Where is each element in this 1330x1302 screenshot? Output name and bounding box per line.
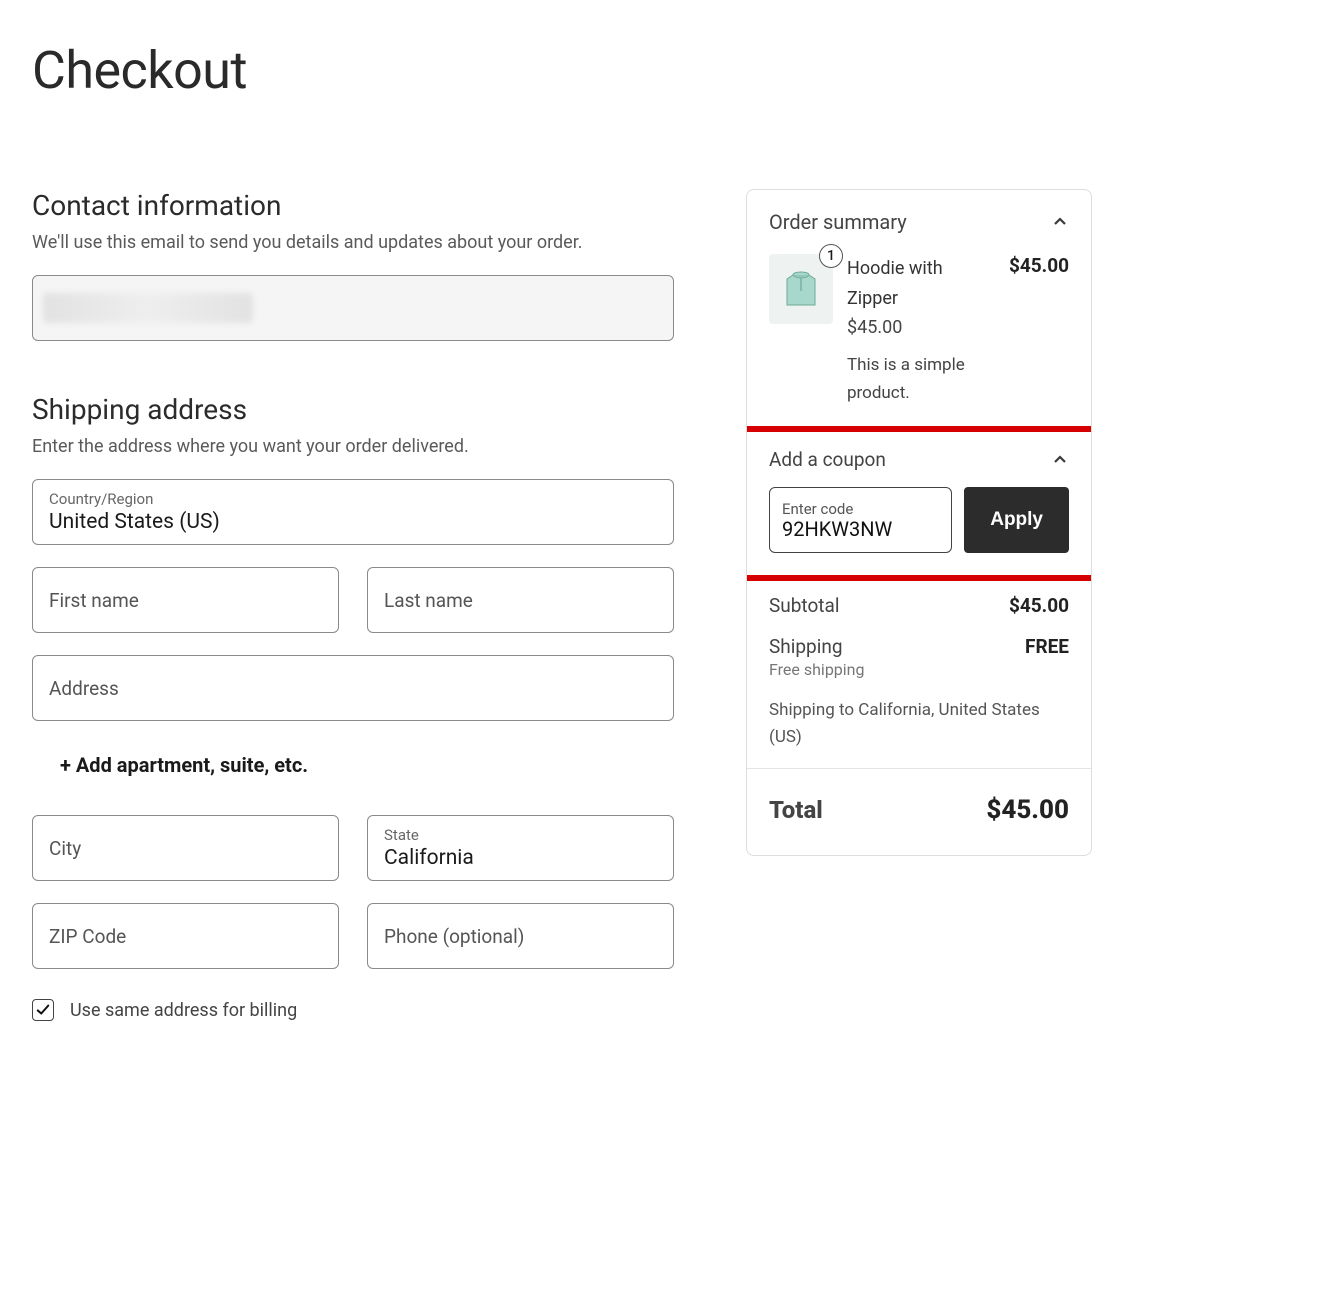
phone-label: Phone (optional) (384, 925, 657, 948)
order-summary-title: Order summary (769, 210, 907, 234)
contact-heading: Contact information (32, 189, 674, 222)
shipping-label: Shipping (769, 635, 865, 658)
shipping-heading: Shipping address (32, 393, 674, 426)
subtotal-label: Subtotal (769, 594, 839, 617)
total-value: $45.00 (986, 795, 1069, 825)
order-summary-collapse-button[interactable] (1051, 213, 1069, 231)
shipping-value: FREE (1025, 635, 1069, 658)
page-title: Checkout (32, 40, 1298, 101)
same-billing-checkbox[interactable] (32, 999, 54, 1021)
apply-coupon-button[interactable]: Apply (964, 487, 1069, 553)
first-name-field[interactable]: First name (32, 567, 339, 633)
state-value: California (384, 846, 657, 870)
city-label: City (49, 837, 322, 860)
quantity-badge: 1 (819, 244, 843, 268)
add-apartment-button[interactable]: + Add apartment, suite, etc. (32, 743, 674, 787)
same-billing-label: Use same address for billing (70, 1000, 297, 1021)
chevron-up-icon (1052, 214, 1068, 230)
last-name-label: Last name (384, 589, 657, 612)
product-unit-price: $45.00 (847, 313, 995, 343)
coupon-section: Add a coupon Enter code 92HKW3NW Apply (747, 429, 1091, 575)
product-description: This is a simple product. (847, 351, 995, 407)
email-field[interactable] (32, 275, 674, 341)
totals-section: Subtotal $45.00 Shipping Free shipping F… (747, 575, 1091, 767)
contact-description: We'll use this email to send you details… (32, 232, 674, 253)
coupon-input-label: Enter code (782, 501, 939, 518)
contact-section: Contact information We'll use this email… (32, 189, 674, 341)
phone-field[interactable]: Phone (optional) (367, 903, 674, 969)
hoodie-icon (777, 265, 825, 313)
shipping-section: Shipping address Enter the address where… (32, 393, 674, 1021)
coupon-title: Add a coupon (769, 448, 886, 471)
subtotal-value: $45.00 (1009, 594, 1069, 617)
address-field[interactable]: Address (32, 655, 674, 721)
coupon-input[interactable]: Enter code 92HKW3NW (769, 487, 952, 553)
address-label: Address (49, 677, 657, 700)
country-field[interactable]: Country/Region United States (US) (32, 479, 674, 545)
shipping-destination: Shipping to California, United States (U… (769, 697, 1069, 751)
country-value: United States (US) (49, 510, 657, 534)
city-field[interactable]: City (32, 815, 339, 881)
shipping-method: Free shipping (769, 660, 865, 679)
coupon-input-value: 92HKW3NW (782, 517, 939, 541)
first-name-label: First name (49, 589, 322, 612)
country-label: Country/Region (49, 490, 657, 508)
zip-label: ZIP Code (49, 925, 322, 948)
zip-field[interactable]: ZIP Code (32, 903, 339, 969)
product-name: Hoodie with Zipper (847, 254, 995, 313)
shipping-description: Enter the address where you want your or… (32, 436, 674, 457)
product-row: 1 Hoodie with Zipper $45.00 This is a si… (747, 248, 1091, 429)
check-icon (36, 1003, 50, 1017)
order-summary-card: Order summary 1 (746, 189, 1092, 856)
state-field[interactable]: State California (367, 815, 674, 881)
state-label: State (384, 826, 657, 844)
chevron-up-icon (1052, 452, 1068, 468)
redacted-email (43, 293, 253, 323)
product-line-price: $45.00 (1009, 254, 1069, 407)
total-label: Total (769, 796, 823, 824)
last-name-field[interactable]: Last name (367, 567, 674, 633)
coupon-collapse-button[interactable] (1051, 451, 1069, 469)
